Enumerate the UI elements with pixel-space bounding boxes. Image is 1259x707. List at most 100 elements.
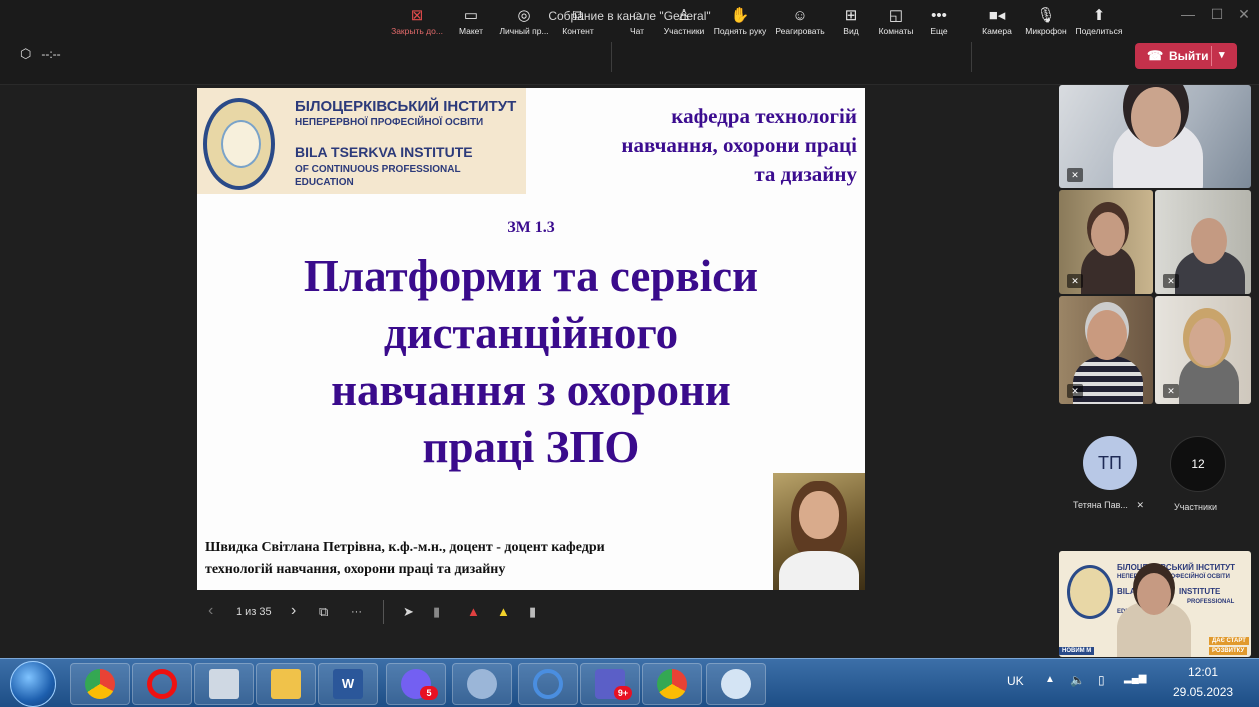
scissors-icon [721, 669, 751, 699]
pen-red-icon[interactable]: ▲ [467, 604, 480, 619]
more-label: Еще [930, 26, 948, 36]
taskbar-viber[interactable]: 5 [386, 663, 446, 705]
opera-icon [147, 669, 177, 699]
video-tile-2[interactable]: ✕ [1059, 190, 1153, 294]
microphone-icon: 🎙 [1036, 7, 1056, 24]
tray-expand-icon[interactable]: ▲ [1045, 674, 1055, 685]
share-button[interactable]: ⬆ Поделиться [1069, 6, 1129, 36]
participants-count-label: Участники [1174, 502, 1217, 512]
volume-icon[interactable]: 🔈 [1070, 673, 1085, 687]
muted-mic-icon: ✕ [1067, 384, 1083, 398]
taskbar-snipping[interactable] [706, 663, 766, 705]
folder-icon [271, 669, 301, 699]
slides-grid-icon[interactable]: ⧉ [319, 604, 328, 620]
institute-emblem-icon [203, 98, 275, 190]
self-view-ribbon-3: НОВИМ М [1059, 647, 1095, 655]
taskbar-chrome-2[interactable] [642, 663, 702, 705]
language-indicator[interactable]: UK [1007, 674, 1024, 688]
chrome-icon [657, 669, 687, 699]
leave-divider [1211, 46, 1212, 66]
self-view-ribbon-2: РОЗВИТКУ [1209, 647, 1248, 655]
author-line-2: технологій навчання, охорони праці та ди… [205, 562, 506, 577]
taskbar-app[interactable] [518, 663, 578, 705]
pen-gray-icon[interactable]: ▮ [433, 604, 440, 620]
department-line-2: навчання, охорони праці [621, 133, 857, 157]
taskbar-explorer[interactable] [256, 663, 316, 705]
clock-time[interactable]: 12:01 [1188, 665, 1218, 679]
participants-count-button[interactable]: 12 [1170, 436, 1226, 492]
title-line-3: навчання з охорони [331, 365, 731, 415]
close-window-button[interactable]: ✕ [1232, 6, 1256, 23]
muted-mic-icon: ✕ [1163, 274, 1179, 288]
people-icon: ♙ [677, 7, 691, 24]
eraser-icon[interactable]: ▮ [529, 604, 536, 620]
share-content-icon: ⧉ [572, 7, 584, 24]
leave-button[interactable]: ☎ Выйти ▾ [1135, 43, 1237, 69]
self-view-text-3: BILA [1117, 587, 1136, 596]
self-view-tile[interactable]: БІЛОЦЕРКІВСЬКИЙ ІНСТИТУТ НЕПЕРЕРВНОЇ ПРО… [1059, 551, 1251, 657]
teams-badge: 9+ [614, 686, 632, 700]
hand-icon: ✋ [730, 7, 750, 24]
video-tile-1[interactable]: ✕ [1059, 85, 1251, 188]
calculator-icon [209, 669, 239, 699]
participants-button[interactable]: ♙ Участники [654, 6, 714, 36]
taskbar-opera[interactable] [132, 663, 192, 705]
react-label: Реагировать [775, 26, 825, 36]
magnifier-icon [467, 669, 497, 699]
title-line-1: Платформи та сервіси [303, 251, 759, 301]
highlighter-icon[interactable]: ▲ [497, 604, 510, 619]
minimize-button[interactable]: — [1176, 6, 1200, 22]
taskbar-search-tool[interactable] [452, 663, 512, 705]
taskbar-chrome-s[interactable] [70, 663, 130, 705]
more-button[interactable]: ••• Еще [909, 6, 969, 36]
mic-button[interactable]: 🎙 Микрофон [1016, 6, 1076, 36]
page-indicator: 1 из 35 [236, 606, 272, 618]
view-label: Вид [843, 26, 859, 36]
personal-button[interactable]: ◎ Личный пр... [494, 6, 554, 36]
self-view-text-5: PROFESSIONAL [1187, 599, 1235, 605]
taskbar-calculator[interactable] [194, 663, 254, 705]
institute-logo-block: БІЛОЦЕРКІВСЬКИЙ ІНСТИТУТ НЕПЕРЕРВНОЇ ПРО… [197, 88, 526, 194]
close-content-button[interactable]: ⊠ Закрыть до... [387, 6, 447, 36]
slide-title: Платформи та сервіси дистанційного навча… [197, 248, 865, 476]
raise-hand-label: Поднять руку [713, 26, 767, 36]
pointer-tool-icon[interactable]: ➤ [403, 604, 414, 620]
department-line-1: кафедра технологій [671, 104, 857, 128]
start-button[interactable] [10, 661, 56, 707]
slide-more-button[interactable]: ··· [351, 606, 362, 618]
participants-label: Участники [663, 26, 705, 36]
title-line-4: праці ЗПО [422, 422, 640, 472]
author-photo [773, 473, 865, 590]
self-view-ribbon-1: ДАЄ СТАРТ [1209, 637, 1249, 645]
slidenav-divider [383, 600, 384, 624]
word-icon: W [333, 669, 363, 699]
maximize-button[interactable]: ☐ [1205, 6, 1229, 23]
next-slide-button[interactable]: › [291, 602, 296, 620]
ring-app-icon [533, 669, 563, 699]
chevron-down-icon[interactable]: ▾ [1219, 48, 1225, 61]
video-tile-5[interactable]: ✕ [1155, 296, 1251, 404]
chat-label: Чат [629, 26, 645, 36]
prev-slide-button[interactable]: ‹ [208, 602, 213, 620]
toolbar-divider [611, 42, 612, 72]
signal-icon[interactable]: ▂▄▆ [1124, 673, 1146, 684]
personal-label: Личный пр... [499, 26, 549, 36]
video-tile-3[interactable]: ✕ [1155, 190, 1251, 294]
self-view-text-1: БІЛОЦЕРКІВСЬКИЙ ІНСТИТУТ [1117, 563, 1235, 572]
raise-hand-button[interactable]: ✋ Поднять руку [710, 6, 770, 36]
layout-button[interactable]: ▭ Макет [441, 6, 501, 36]
camera-label: Камера [982, 26, 1012, 36]
institute-name-en-2: OF CONTINUOUS PROFESSIONAL [295, 164, 461, 175]
chrome-icon [85, 669, 115, 699]
clock-date[interactable]: 29.05.2023 [1173, 685, 1233, 699]
taskbar-teams[interactable]: 9+ [580, 663, 640, 705]
close-box-icon: ⊠ [410, 7, 424, 24]
department-line-3: та дизайну [754, 162, 857, 186]
muted-mic-icon: ✕ [1136, 500, 1144, 510]
participant-avatar[interactable]: ТП [1083, 436, 1137, 490]
taskbar-word[interactable]: W [318, 663, 378, 705]
content-button[interactable]: ⧉ Контент [548, 6, 608, 36]
muted-mic-icon: ✕ [1163, 384, 1179, 398]
network-icon[interactable]: ▯ [1098, 673, 1105, 687]
video-tile-4[interactable]: ✕ [1059, 296, 1153, 404]
